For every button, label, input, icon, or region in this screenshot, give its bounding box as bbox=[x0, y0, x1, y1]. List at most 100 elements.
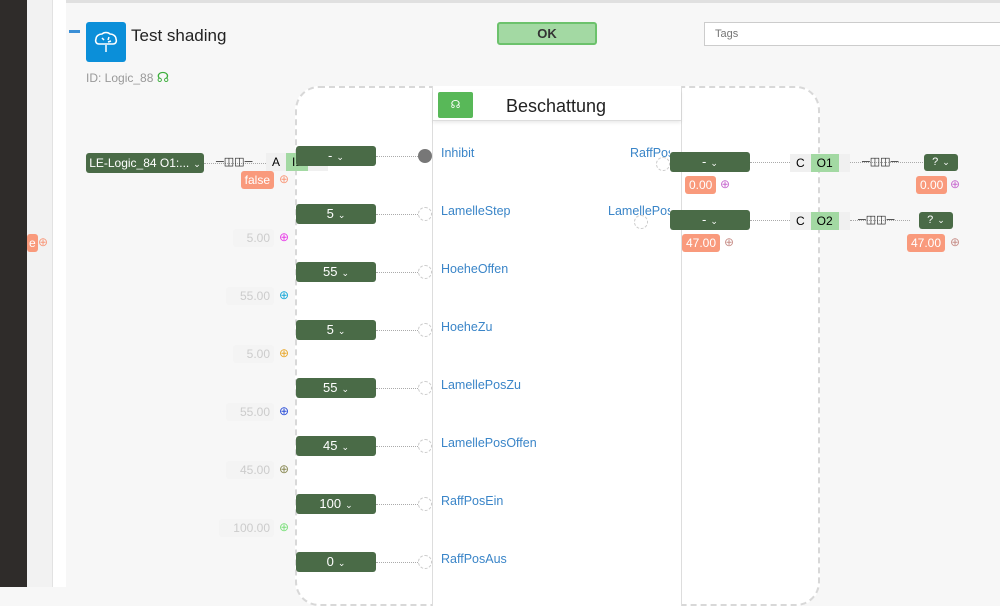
chevron-down-icon: ⌄ bbox=[710, 158, 718, 168]
input-dropdown[interactable]: - ⌄ bbox=[296, 146, 376, 166]
input-port[interactable] bbox=[418, 207, 432, 221]
zoom-icon[interactable]: ⊕ bbox=[279, 346, 289, 360]
output-dropdown[interactable]: - ⌄ bbox=[670, 210, 750, 230]
stethoscope-button[interactable]: ☊ bbox=[438, 92, 473, 118]
zoom-icon[interactable]: ⊕ bbox=[279, 288, 289, 302]
chevron-down-icon: ⌄ bbox=[937, 215, 945, 225]
input-label: HoeheOffen bbox=[441, 262, 509, 276]
collapse-button[interactable] bbox=[69, 30, 80, 33]
input-dropdown[interactable]: 55 ⌄ bbox=[296, 378, 376, 398]
zoom-icon[interactable]: ⊕ bbox=[724, 235, 734, 249]
input-label: RaffPosAus bbox=[441, 552, 507, 566]
tab-c[interactable]: C bbox=[790, 212, 811, 230]
left-pane bbox=[27, 0, 53, 587]
chevron-down-icon: ⌄ bbox=[710, 216, 718, 226]
output-port[interactable] bbox=[634, 215, 648, 229]
source-dropdown[interactable]: LE-Logic_84 O1:... ⌄ bbox=[86, 153, 204, 173]
input-value: 5.00 bbox=[232, 345, 274, 363]
input-selected: 45 bbox=[322, 438, 338, 453]
zoom-icon[interactable]: ⊕ bbox=[950, 235, 960, 249]
chevron-down-icon: ⌄ bbox=[337, 326, 346, 336]
input-dropdown[interactable]: 5 ⌄ bbox=[296, 320, 376, 340]
window-edge bbox=[0, 0, 27, 587]
input-value: false bbox=[240, 171, 274, 189]
chevron-down-icon: ⌄ bbox=[341, 442, 349, 452]
input-dropdown[interactable]: 100 ⌄ bbox=[296, 494, 376, 514]
top-bar bbox=[66, 0, 1000, 3]
target-dropdown[interactable]: ? ⌄ bbox=[924, 154, 958, 171]
chevron-down-icon: ⌄ bbox=[193, 159, 201, 169]
output-dropdown[interactable]: - ⌄ bbox=[670, 152, 750, 172]
input-value: 55.00 bbox=[225, 403, 274, 421]
input-port[interactable] bbox=[418, 555, 432, 569]
tab-a[interactable]: A bbox=[266, 153, 286, 171]
tab-c[interactable]: C bbox=[790, 154, 811, 172]
plug-icon: ─◫◫─ bbox=[862, 156, 899, 168]
status-button[interactable]: OK bbox=[497, 22, 597, 45]
zoom-icon[interactable]: ⊕ bbox=[38, 235, 48, 249]
input-selected: 55 bbox=[322, 380, 338, 395]
input-dropdown[interactable]: 55 ⌄ bbox=[296, 262, 376, 282]
target-value: 0.00 bbox=[916, 176, 948, 194]
chevron-down-icon: ⌄ bbox=[337, 558, 346, 568]
input-port[interactable] bbox=[418, 439, 432, 453]
output-port[interactable] bbox=[656, 157, 670, 171]
input-selected: 55 bbox=[322, 264, 338, 279]
output-selected: - bbox=[702, 154, 707, 169]
zoom-icon[interactable]: ⊕ bbox=[279, 520, 289, 534]
zoom-icon[interactable]: ⊕ bbox=[720, 177, 730, 191]
input-selected: - bbox=[328, 148, 333, 163]
input-port[interactable] bbox=[418, 381, 432, 395]
chevron-down-icon: ⌄ bbox=[341, 268, 349, 278]
zoom-icon[interactable]: ⊕ bbox=[279, 172, 289, 186]
input-port[interactable] bbox=[418, 323, 432, 337]
input-label: LamellePosZu bbox=[441, 378, 521, 392]
zoom-icon[interactable]: ⊕ bbox=[279, 404, 289, 418]
input-value: 45.00 bbox=[225, 461, 274, 479]
gutter bbox=[53, 0, 66, 587]
zoom-icon[interactable]: ⊕ bbox=[279, 462, 289, 476]
stethoscope-icon[interactable]: ☊ bbox=[157, 69, 169, 85]
input-selected: 0 bbox=[326, 554, 334, 569]
input-selected: 5 bbox=[326, 322, 334, 337]
source-label: LE-Logic_84 O1:... bbox=[89, 156, 190, 170]
input-selected: 5 bbox=[326, 206, 334, 221]
block-body bbox=[432, 86, 682, 606]
node-id: ID: Logic_88 ☊ bbox=[86, 69, 169, 86]
input-dropdown[interactable]: 0 ⌄ bbox=[296, 552, 376, 572]
input-port[interactable] bbox=[418, 497, 432, 511]
target-dropdown[interactable]: ? ⌄ bbox=[919, 212, 953, 229]
input-label: HoeheZu bbox=[441, 320, 493, 334]
target-value: 47.00 bbox=[907, 234, 946, 252]
chevron-down-icon: ⌄ bbox=[336, 152, 344, 162]
chevron-down-icon: ⌄ bbox=[341, 384, 349, 394]
input-label: RaffPosEin bbox=[441, 494, 504, 508]
tab-output[interactable]: O1 bbox=[810, 154, 839, 172]
tags-input[interactable] bbox=[704, 22, 1000, 46]
connection-line bbox=[750, 162, 790, 163]
brain-icon bbox=[86, 22, 126, 62]
input-dropdown[interactable]: 5 ⌄ bbox=[296, 204, 376, 224]
input-value: 55.00 bbox=[225, 287, 274, 305]
zoom-icon[interactable]: ⊕ bbox=[279, 230, 289, 244]
output-value: 47.00 bbox=[682, 234, 721, 252]
input-port[interactable] bbox=[418, 265, 432, 279]
input-dropdown[interactable]: 45 ⌄ bbox=[296, 436, 376, 456]
output-tabs: C O2 bbox=[790, 212, 850, 230]
input-label: LamelleStep bbox=[441, 204, 511, 218]
chevron-down-icon: ⌄ bbox=[345, 500, 353, 510]
input-selected: 100 bbox=[319, 496, 342, 511]
input-value: 100.00 bbox=[219, 519, 274, 537]
connection-line bbox=[750, 220, 790, 221]
output-value: 0.00 bbox=[685, 176, 717, 194]
node-id-label: ID: Logic_88 bbox=[86, 71, 154, 85]
input-port[interactable] bbox=[418, 149, 432, 163]
plug-icon: ─◫◫─ bbox=[216, 156, 253, 168]
zoom-icon[interactable]: ⊕ bbox=[950, 177, 960, 191]
help-icon: ? bbox=[927, 214, 934, 226]
input-label: Inhibit bbox=[441, 146, 475, 160]
tab-output[interactable]: O2 bbox=[810, 212, 839, 230]
input-value: 5.00 bbox=[232, 229, 274, 247]
cut-value: e bbox=[27, 234, 38, 252]
output-selected: - bbox=[702, 212, 707, 227]
